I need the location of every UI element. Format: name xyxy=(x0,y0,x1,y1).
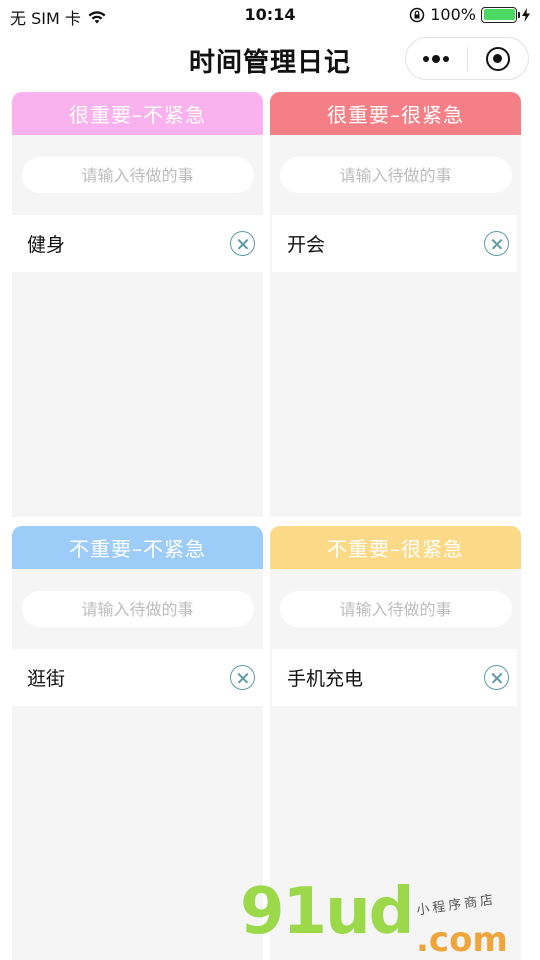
quadrant-not-important-urgent: 不重要–很紧急 手机充电 xyxy=(270,526,521,960)
mini-program-capsule xyxy=(405,37,529,80)
input-area xyxy=(270,135,521,215)
status-bar: 无 SIM 卡 10:14 100% xyxy=(0,0,540,32)
quadrant-important-urgent: 很重要–很紧急 开会 xyxy=(270,92,521,517)
more-button[interactable] xyxy=(406,38,467,79)
todo-input[interactable] xyxy=(279,157,512,193)
quadrant-header: 不重要–很紧急 xyxy=(270,526,521,569)
delete-circle-x-icon[interactable] xyxy=(230,665,255,690)
nav-bar: 时间管理日记 xyxy=(0,32,540,86)
quadrant-header: 很重要–很紧急 xyxy=(270,92,521,135)
task-text: 手机充电 xyxy=(287,668,364,690)
task-item[interactable]: 开会 xyxy=(272,215,517,272)
task-text: 开会 xyxy=(287,234,326,256)
battery-percent: 100% xyxy=(430,5,476,24)
charging-bolt-icon xyxy=(522,7,530,22)
close-app-button[interactable] xyxy=(468,38,529,79)
delete-circle-x-icon[interactable] xyxy=(484,665,509,690)
task-text: 逛街 xyxy=(27,668,66,690)
todo-input[interactable] xyxy=(21,591,254,627)
task-text: 健身 xyxy=(27,234,66,256)
quadrant-not-important-not-urgent: 不重要–不紧急 逛街 xyxy=(12,526,263,960)
battery-icon xyxy=(481,6,520,23)
task-item[interactable]: 手机充电 xyxy=(272,649,517,706)
target-close-icon xyxy=(485,46,510,71)
input-area xyxy=(12,135,263,215)
battery-fill xyxy=(483,9,515,20)
more-dots-icon xyxy=(423,54,450,63)
delete-circle-x-icon[interactable] xyxy=(484,231,509,256)
input-area xyxy=(270,569,521,649)
todo-input[interactable] xyxy=(279,591,512,627)
quadrant-header: 不重要–不紧急 xyxy=(12,526,263,569)
quadrant-important-not-urgent: 很重要–不紧急 健身 xyxy=(12,92,263,517)
input-area xyxy=(12,569,263,649)
task-item[interactable]: 逛街 xyxy=(12,649,263,706)
task-item[interactable]: 健身 xyxy=(12,215,263,272)
delete-circle-x-icon[interactable] xyxy=(230,231,255,256)
orientation-lock-icon xyxy=(410,7,425,22)
todo-input[interactable] xyxy=(21,157,254,193)
status-right: 100% xyxy=(409,5,530,24)
quadrant-header: 很重要–不紧急 xyxy=(12,92,263,135)
